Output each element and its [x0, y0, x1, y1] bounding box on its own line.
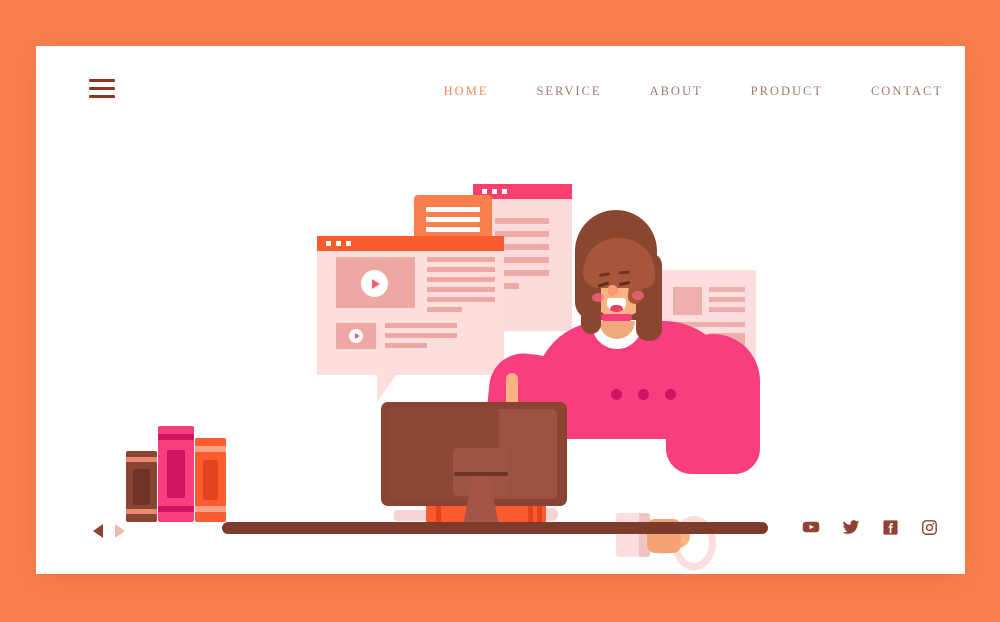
page-root: HOME SERVICE ABOUT PRODUCT CONTACT [0, 0, 1000, 622]
browser-window-front-tail [377, 374, 417, 402]
main-navigation: HOME SERVICE ABOUT PRODUCT CONTACT [444, 84, 943, 99]
instagram-icon[interactable] [921, 519, 938, 536]
play-icon[interactable] [361, 270, 388, 297]
browser-window-front-titlebar [317, 236, 504, 251]
character-cheek-right [632, 291, 644, 300]
window-dot-1 [326, 241, 331, 246]
nav-item-home[interactable]: HOME [444, 84, 489, 99]
social-links [802, 518, 938, 536]
nav-item-about[interactable]: ABOUT [650, 84, 703, 99]
hero-card: HOME SERVICE ABOUT PRODUCT CONTACT [36, 46, 965, 574]
window-dot-1 [482, 189, 487, 194]
character-button-2 [638, 389, 649, 400]
window-dot-3 [346, 241, 351, 246]
character-cheek-left [592, 293, 604, 302]
browser-window-front [317, 241, 504, 375]
hamburger-menu-icon[interactable] [89, 79, 115, 99]
bubble-line-2 [426, 217, 480, 222]
monitor-stand-neck [454, 472, 508, 476]
bubble-line-3 [426, 227, 480, 232]
bubble-line-1 [426, 207, 480, 212]
slider-controls [93, 524, 125, 538]
facebook-icon[interactable] [882, 519, 899, 536]
play-icon-small[interactable] [349, 329, 363, 343]
nav-item-service[interactable]: SERVICE [536, 84, 601, 99]
character-button-3 [665, 389, 676, 400]
hamburger-bar-3 [89, 95, 115, 98]
window-dot-2 [336, 241, 341, 246]
nav-item-contact[interactable]: CONTACT [871, 84, 943, 99]
next-slide-button[interactable] [115, 524, 125, 538]
hero-footer [36, 506, 965, 574]
character-choker [601, 314, 632, 321]
hamburger-bar-2 [89, 87, 115, 90]
site-header: HOME SERVICE ABOUT PRODUCT CONTACT [36, 46, 965, 138]
youtube-icon[interactable] [802, 518, 820, 536]
prev-slide-button[interactable] [93, 524, 103, 538]
hamburger-bar-1 [89, 79, 115, 82]
nav-item-product[interactable]: PRODUCT [751, 84, 823, 99]
window-dot-2 [492, 189, 497, 194]
window-dot-3 [502, 189, 507, 194]
character-tongue [610, 305, 623, 312]
character-button-1 [611, 389, 622, 400]
twitter-icon[interactable] [842, 518, 860, 536]
hero-illustration [36, 138, 965, 570]
